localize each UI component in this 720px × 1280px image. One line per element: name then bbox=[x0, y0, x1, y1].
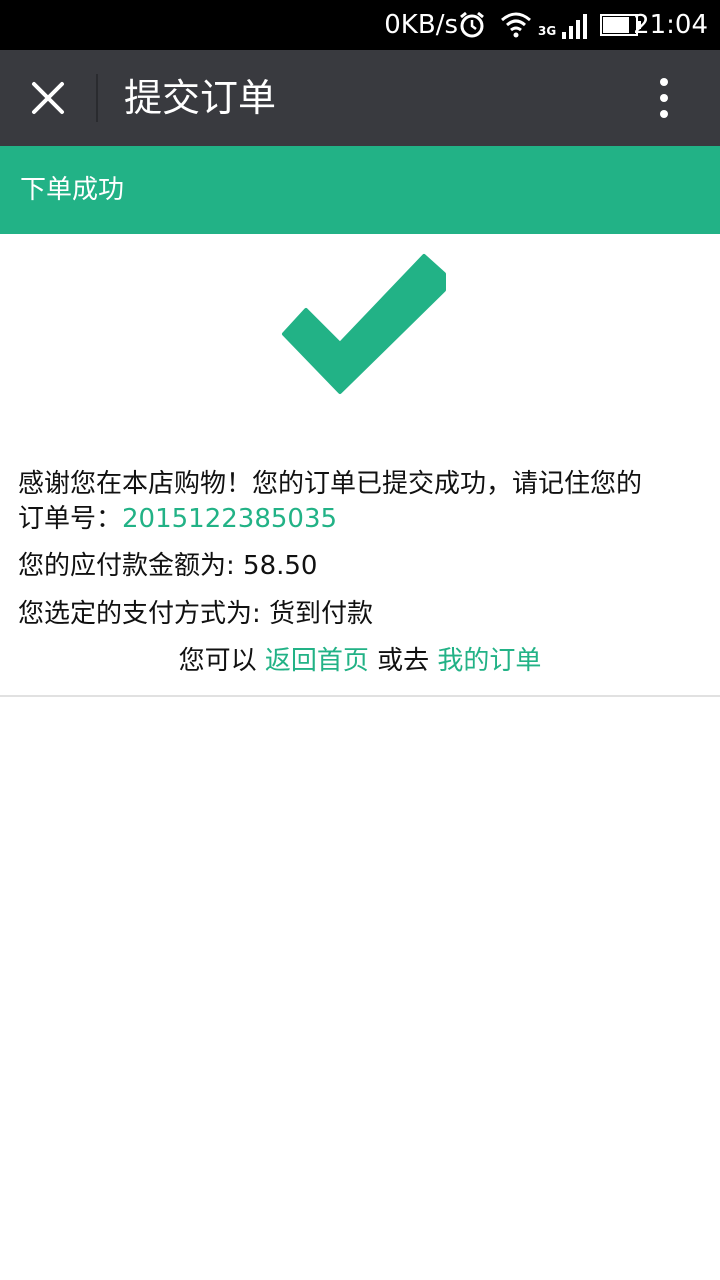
checkmark-icon bbox=[282, 254, 446, 394]
title-bar: 提交订单 bbox=[0, 50, 720, 146]
nav-middle-text: 或去 bbox=[368, 646, 438, 676]
nav-prefix-text: 您可以 bbox=[178, 646, 265, 676]
network-type: 3G bbox=[538, 24, 557, 38]
order-number: 2015122385035 bbox=[122, 504, 338, 534]
success-banner: 下单成功 bbox=[0, 146, 720, 234]
amount-row: 您的应付款金额为: 58.50 bbox=[18, 550, 317, 582]
clock: 21:04 bbox=[633, 10, 708, 40]
amount-value: 58.50 bbox=[243, 551, 318, 581]
close-icon[interactable] bbox=[22, 72, 74, 124]
payment-method: 货到付款 bbox=[269, 599, 374, 629]
thanks-text: 感谢您在本店购物！您的订单已提交成功，请记住您的 bbox=[18, 469, 643, 499]
payment-label: 您选定的支付方式为: bbox=[18, 599, 270, 629]
wifi-icon bbox=[501, 12, 531, 38]
payment-row: 您选定的支付方式为: 货到付款 bbox=[18, 598, 373, 630]
content-divider bbox=[0, 695, 720, 697]
more-vertical-icon[interactable] bbox=[644, 74, 684, 122]
banner-title: 下单成功 bbox=[20, 175, 125, 205]
network-speed: 0KB/s bbox=[384, 10, 458, 40]
alarm-icon bbox=[460, 11, 484, 38]
order-number-row: 订单号：2015122385035 bbox=[18, 503, 337, 535]
order-number-label: 订单号： bbox=[18, 504, 123, 534]
title-divider bbox=[96, 74, 98, 122]
amount-label: 您的应付款金额为: bbox=[18, 551, 244, 581]
page-title: 提交订单 bbox=[124, 76, 277, 120]
home-link[interactable]: 返回首页 bbox=[265, 646, 369, 676]
signal-icon bbox=[562, 14, 587, 39]
status-bar: 0KB/s 3G 21:04 bbox=[0, 0, 720, 50]
navigation-row: 您可以 返回首页 或去 我的订单 bbox=[0, 645, 720, 677]
my-orders-link[interactable]: 我的订单 bbox=[437, 646, 541, 676]
